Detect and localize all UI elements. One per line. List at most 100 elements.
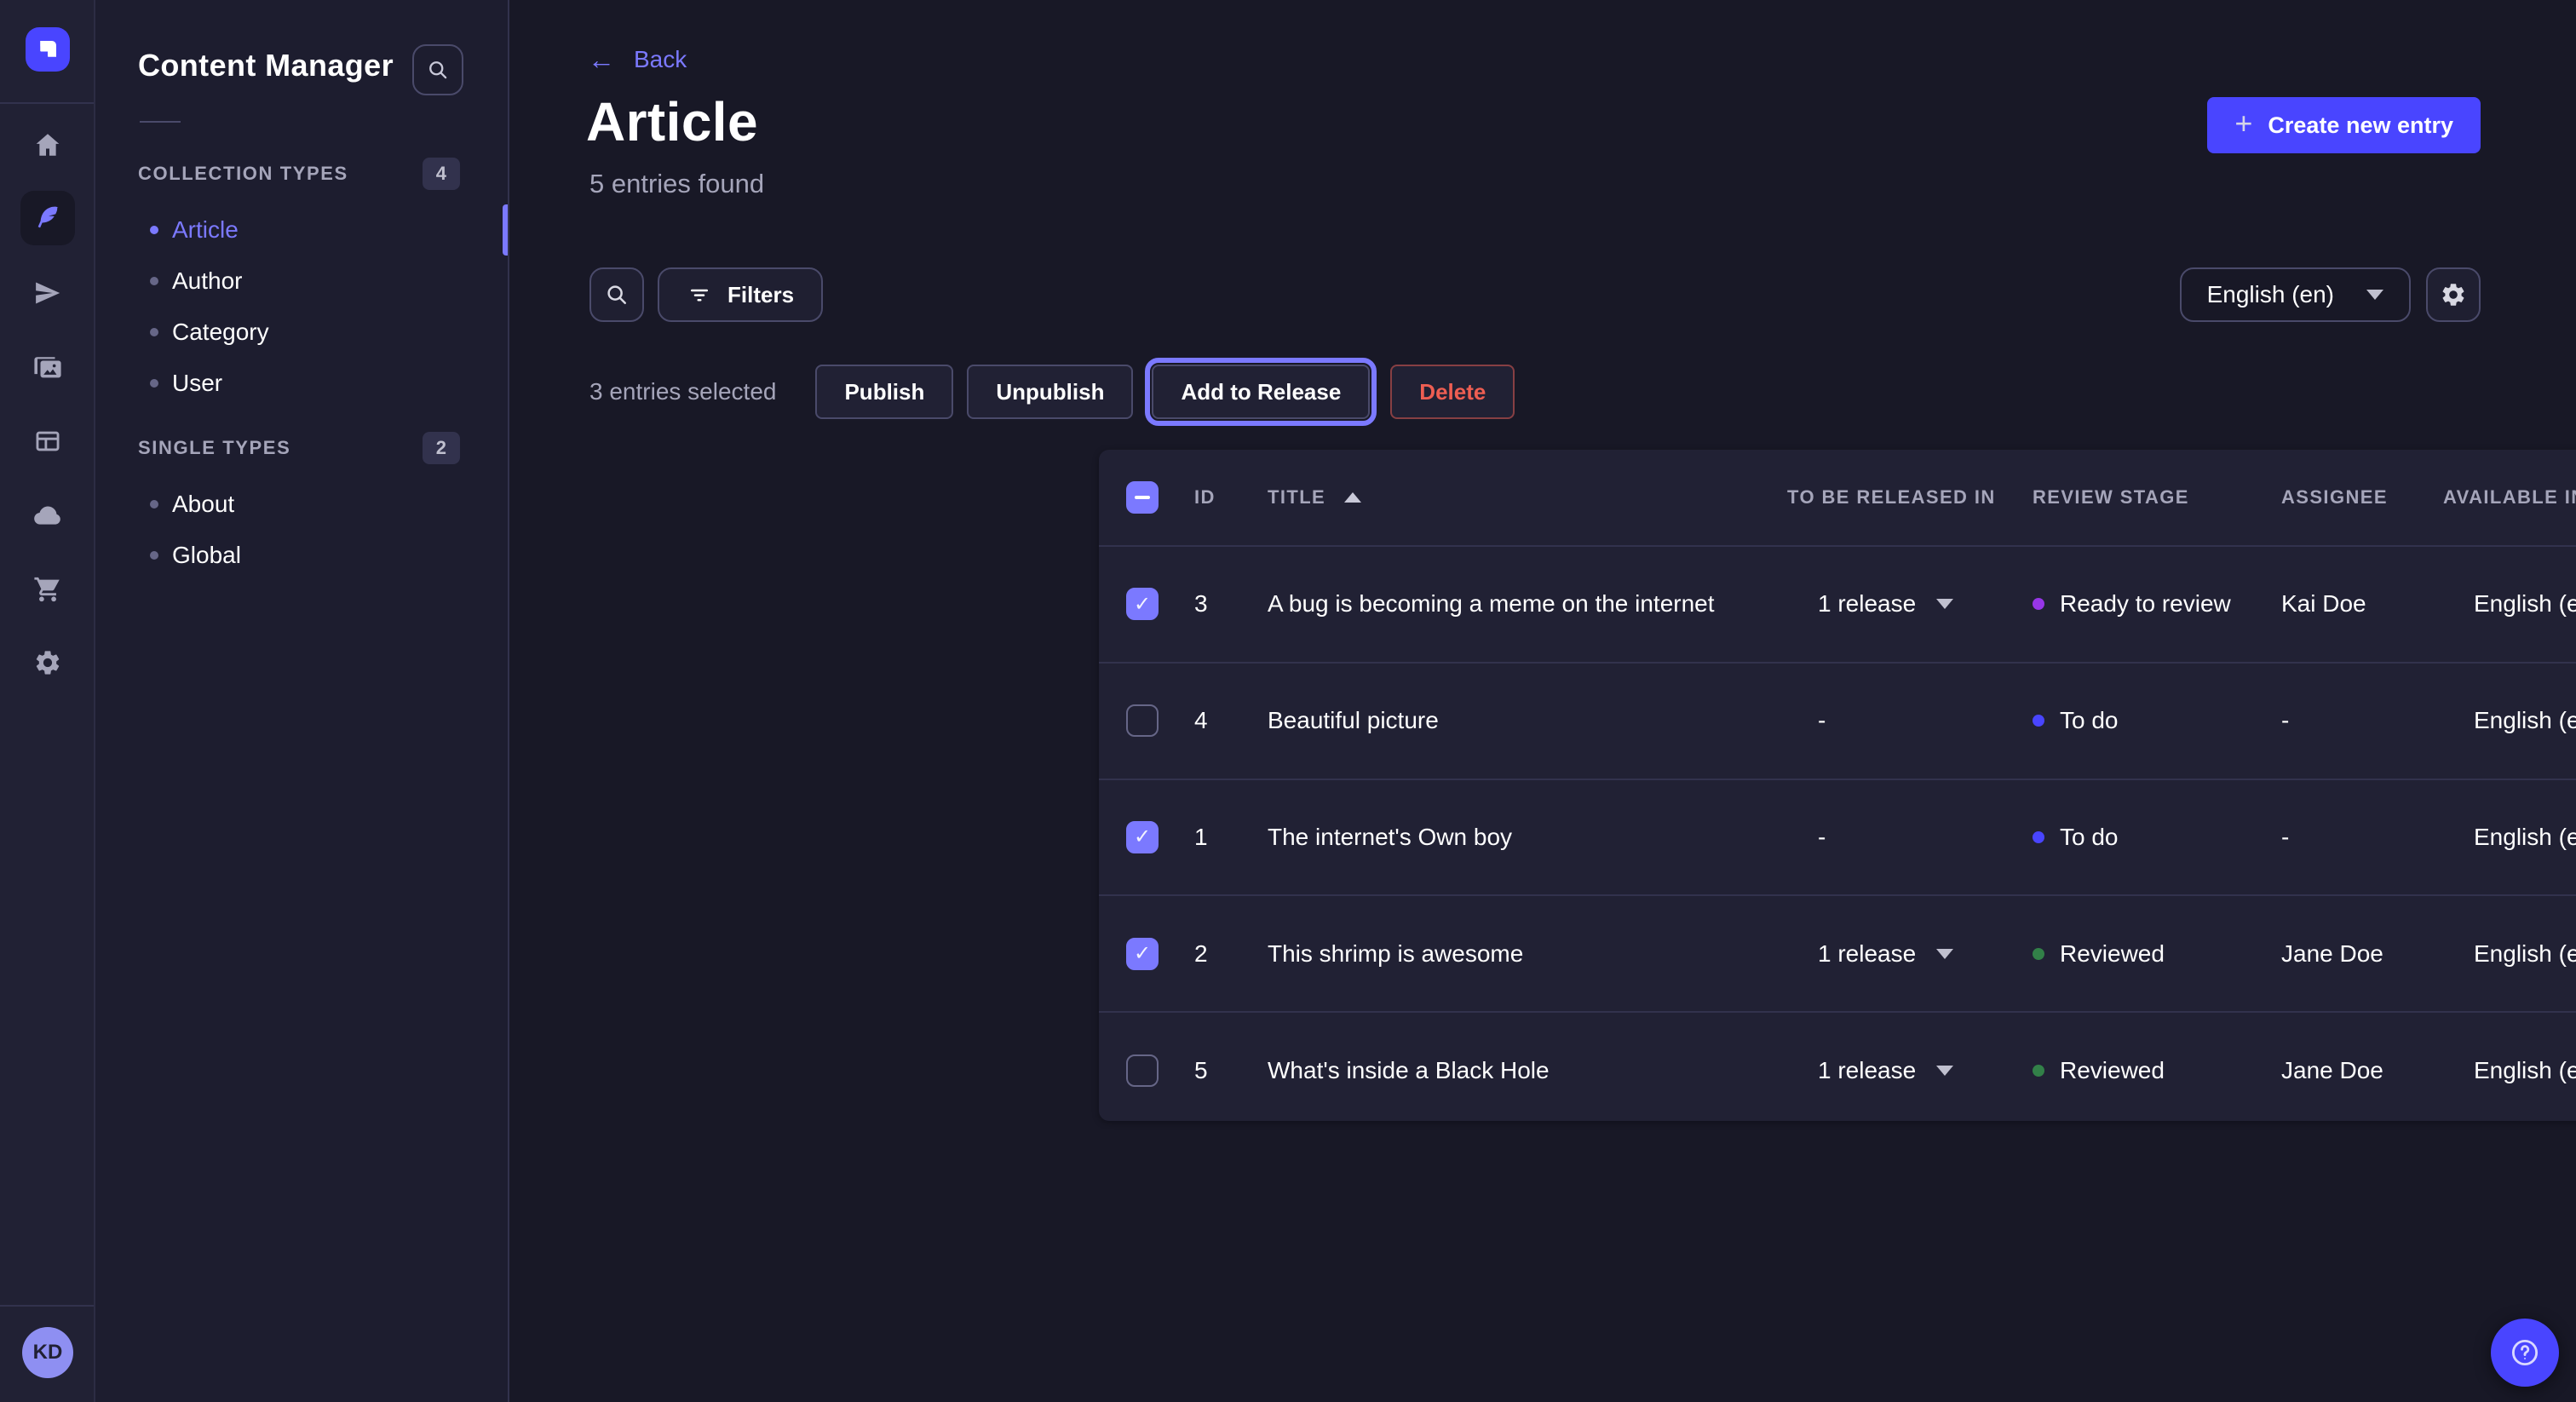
column-header-title-label: TITLE [1268,486,1325,509]
sidebar-item-user[interactable]: User [95,358,508,409]
delete-button[interactable]: Delete [1390,365,1515,419]
section-label: COLLECTION TYPES [138,163,348,185]
release-value: - [1818,707,1826,734]
sidebar-item-about[interactable]: About [95,479,508,530]
stage-label: Reviewed [2060,1057,2165,1084]
select-all-checkbox[interactable] [1126,481,1159,514]
column-header-assignee[interactable]: ASSIGNEE [2281,450,2388,545]
feather-icon[interactable] [20,191,75,245]
sidebar-title: Content Manager [138,48,394,83]
cell-release[interactable]: 1 release [1818,896,1953,1011]
sidebar-section: COLLECTION TYPES 4 Article Author Catego… [95,157,508,409]
cell-assignee: Jane Doe [2281,1013,2383,1128]
stage-dot [2033,715,2044,727]
chevron-down-icon [2366,290,2383,300]
sidebar-item-label: Author [172,267,243,295]
home-icon[interactable] [20,118,75,172]
cloud-icon[interactable] [20,489,75,543]
back-link[interactable]: ← Back [588,46,687,73]
unpublish-button[interactable]: Unpublish [967,365,1133,419]
cell-title: This shrimp is awesome [1268,896,1523,1011]
page-title: Article [586,90,758,153]
bullet-icon [150,500,158,509]
entries-count: 5 entries found [589,169,764,199]
cell-release[interactable]: - [1818,780,1826,895]
chevron-down-icon [1936,949,1953,959]
entries-table: ID TITLE TO BE RELEASED IN REVIEW STAGE … [1099,450,2576,1121]
row-checkbox[interactable]: ✓ [1126,588,1159,620]
create-entry-button[interactable]: + Create new entry [2207,97,2481,153]
gear-icon[interactable] [20,635,75,690]
chevron-down-icon [1936,599,1953,609]
cell-release[interactable]: 1 release [1818,547,1953,662]
column-header-release[interactable]: TO BE RELEASED IN [1787,450,1996,545]
column-header-id[interactable]: ID [1194,450,1216,545]
sort-asc-icon [1344,492,1361,503]
user-avatar[interactable]: KD [22,1327,73,1378]
locale-select[interactable]: English (en) [2180,267,2411,322]
release-value: 1 release [1818,1057,1916,1084]
send-icon[interactable] [20,266,75,320]
toolbar-right: English (en) [2180,267,2481,322]
table-body: ✓ 3 A bug is becoming a meme on the inte… [1099,547,2576,1128]
strapi-logo-icon[interactable] [26,27,70,72]
section-items: About Global [95,479,508,581]
table-row[interactable]: 4 Beautiful picture - To do - English (e… [1099,664,2576,780]
section-count-badge: 4 [423,158,460,190]
sidebar-item-article[interactable]: Article [95,204,508,256]
add-to-release-button[interactable]: Add to Release [1152,365,1370,419]
cell-available-in[interactable]: English (en) (default) [2474,547,2576,662]
column-header-title[interactable]: TITLE [1268,450,1361,545]
column-header-available-in[interactable]: AVAILABLE IN [2443,450,2576,545]
table-row[interactable]: ✓ 2 This shrimp is awesome 1 release Rev… [1099,896,2576,1013]
cell-assignee: Kai Doe [2281,547,2366,662]
locale-value: English (en) [2207,281,2334,308]
selection-count: 3 entries selected [589,378,776,405]
cell-title: Beautiful picture [1268,664,1439,779]
table-row[interactable]: ✓ 1 The internet's Own boy - To do - Eng… [1099,780,2576,897]
sidebar-item-global[interactable]: Global [95,530,508,581]
row-checkbox[interactable] [1126,1054,1159,1087]
chevron-down-icon [1936,1066,1953,1076]
cell-available-in[interactable]: English (en) (default) [2474,896,2576,1011]
question-icon [2509,1336,2541,1369]
media-icon[interactable] [20,341,75,395]
row-checkbox[interactable]: ✓ [1126,821,1159,853]
layout-icon[interactable] [20,414,75,468]
row-checkbox[interactable] [1126,704,1159,737]
sidebar-item-category[interactable]: Category [95,307,508,358]
table-search-button[interactable] [589,267,644,322]
cell-review-stage: To do [2033,780,2119,895]
bullet-icon [150,226,158,234]
help-button[interactable] [2491,1319,2559,1387]
sidebar-search-button[interactable] [412,44,463,95]
column-header-review-stage[interactable]: REVIEW STAGE [2033,450,2189,545]
filters-button[interactable]: Filters [658,267,823,322]
table-row[interactable]: 5 What's inside a Black Hole 1 release R… [1099,1013,2576,1128]
publish-button[interactable]: Publish [815,365,953,419]
sidebar-section: SINGLE TYPES 2 About Global [95,431,508,581]
cell-available-in[interactable]: English (en) (default) [2474,1013,2576,1128]
cell-release[interactable]: 1 release [1818,1013,1953,1128]
sidebar-item-label: Article [172,216,239,244]
filters-label: Filters [727,282,794,308]
cell-available-in[interactable]: English (en) (default) [2474,780,2576,895]
plus-icon: + [2234,108,2252,139]
nav-rail: KD [0,0,95,1402]
table-header-row: ID TITLE TO BE RELEASED IN REVIEW STAGE … [1099,450,2576,547]
sidebar-item-author[interactable]: Author [95,256,508,307]
gear-icon [2440,281,2467,308]
cell-available-in[interactable]: English (en) (default) [2474,664,2576,779]
sidebar-sections: COLLECTION TYPES 4 Article Author Catego… [95,157,508,603]
cell-id: 4 [1194,664,1208,779]
section-header: SINGLE TYPES 2 [138,431,460,465]
row-checkbox[interactable]: ✓ [1126,938,1159,970]
cell-release[interactable]: - [1818,664,1826,779]
release-value: - [1818,824,1826,851]
table-row[interactable]: ✓ 3 A bug is becoming a meme on the inte… [1099,547,2576,664]
view-settings-button[interactable] [2426,267,2481,322]
sidebar-divider [140,121,181,123]
stage-dot [2033,598,2044,610]
locale-value: English (en) (default) [2474,707,2576,734]
cart-icon[interactable] [20,562,75,617]
